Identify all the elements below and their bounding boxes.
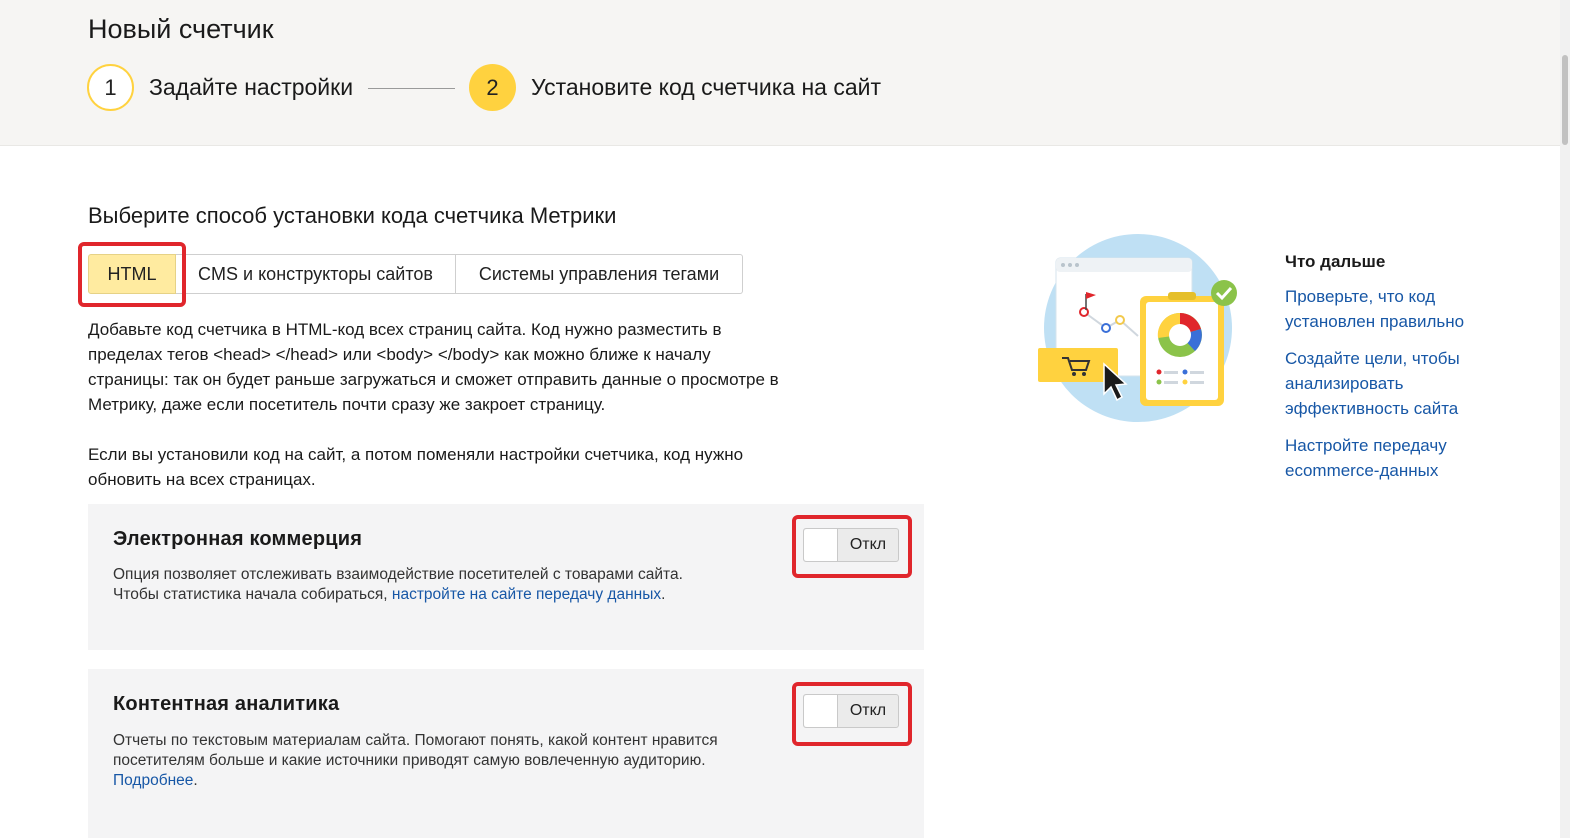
next-steps-title: Что дальше [1285,252,1386,271]
instruction-line: пределах тегов <head> </head> или <body>… [88,345,711,364]
highlight-html-tab [78,242,186,307]
ecommerce-setup-link[interactable]: настройте на сайте передачу данных [392,586,661,603]
step-1-label[interactable]: Задайте настройки [149,74,353,101]
scrollbar-thumb[interactable] [1562,55,1568,145]
tab-tag-managers[interactable]: Системы управления тегами [456,254,743,294]
tab-cms[interactable]: CMS и конструкторы сайтов [176,254,456,294]
step-2-circle: 2 [469,64,516,111]
highlight-ecommerce-toggle [792,515,912,578]
ecommerce-text-line: Опция позволяет отслеживать взаимодейств… [113,566,683,583]
ecommerce-title: Электронная коммерция [113,528,363,550]
step-1-circle[interactable]: 1 [87,64,134,111]
header: Новый счетчик 1 Задайте настройки 2 Уста… [0,0,1570,146]
content-text-line: посетителям больше и какие источники при… [113,752,706,769]
note-line: обновить на всех страницах. [88,470,316,489]
content-analytics-title: Контентная аналитика [113,693,340,715]
instruction-line: Метрику, даже если посетитель почти сраз… [88,395,606,414]
analytics-illustration [1038,234,1237,422]
instruction-line: Добавьте код счетчика в HTML-код всех ст… [88,320,722,339]
instruction-line: страницы: так он будет раньше загружатьс… [88,370,779,389]
page-title: Новый счетчик [88,14,274,44]
check-code-link[interactable]: Проверьте, что код установлен правильно [1285,284,1545,334]
install-method-tabs: HTML CMS и конструкторы сайтов Системы у… [88,254,743,294]
setup-ecommerce-link[interactable]: Настройте передачу ecommerce-данных [1285,433,1545,483]
step-divider [368,88,455,89]
update-note: Если вы установили код на сайт, а потом … [88,442,808,492]
ecommerce-description: Опция позволяет отслеживать взаимодейств… [113,565,793,605]
content-analytics-description: Отчеты по текстовым материалам сайта. По… [113,731,793,791]
more-info-link[interactable]: Подробнее [113,772,193,789]
ecommerce-text-line: Чтобы статистика начала собираться, наст… [113,586,666,603]
install-instructions: Добавьте код счетчика в HTML-код всех ст… [88,317,818,417]
note-line: Если вы установили код на сайт, а потом … [88,445,744,464]
content-text-line: Подробнее. [113,772,198,789]
next-steps-panel: Что дальше Проверьте, что код установлен… [1285,252,1545,495]
content-text-line: Отчеты по текстовым материалам сайта. По… [113,732,718,749]
step-2-label: Установите код счетчика на сайт [531,74,881,100]
highlight-content-toggle [792,682,912,746]
create-goals-link[interactable]: Создайте цели, чтобы анализировать эффек… [1285,346,1545,421]
install-method-title: Выберите способ установки кода счетчика … [88,203,617,228]
